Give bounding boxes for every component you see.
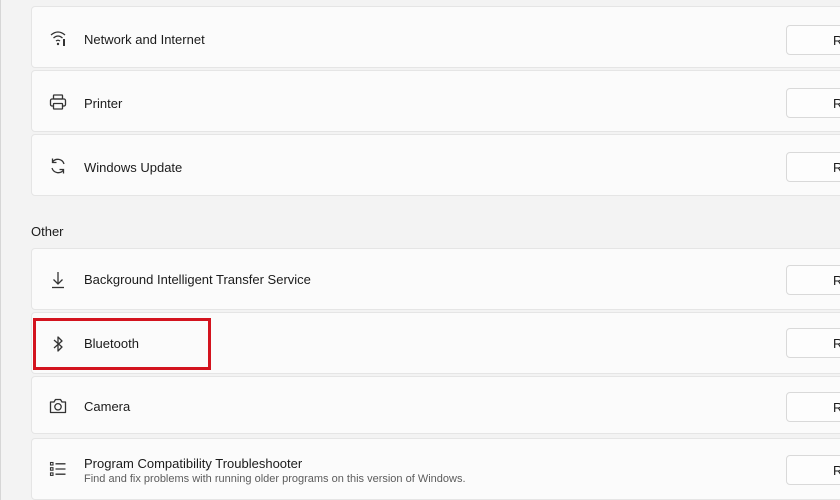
run-button[interactable]: R <box>786 88 840 118</box>
printer-icon <box>48 92 68 112</box>
download-arrow-icon <box>48 270 68 290</box>
troubleshooter-network-internet[interactable]: Network and Internet R <box>31 6 840 68</box>
troubleshooter-program-compatibility[interactable]: Program Compatibility Troubleshooter Fin… <box>31 438 840 500</box>
run-button[interactable]: R <box>786 152 840 182</box>
troubleshooter-description: Find and fix problems with running older… <box>84 473 466 485</box>
troubleshooter-printer[interactable]: Printer R <box>31 70 840 132</box>
run-button[interactable]: R <box>786 25 840 55</box>
troubleshooter-label: Camera <box>84 399 131 414</box>
troubleshooter-camera[interactable]: Camera R <box>31 376 840 434</box>
refresh-icon <box>48 156 68 176</box>
troubleshooter-label: Windows Update <box>84 160 183 175</box>
run-button[interactable]: R <box>786 328 840 358</box>
troubleshooter-label: Program Compatibility Troubleshooter <box>84 456 303 471</box>
run-button[interactable]: R <box>786 392 840 422</box>
settings-troubleshooters-page: Network and Internet R Printer R Windows… <box>0 0 840 500</box>
section-title-other: Other <box>31 224 64 239</box>
camera-icon <box>48 396 68 416</box>
troubleshooter-label: Background Intelligent Transfer Service <box>84 272 311 287</box>
run-button[interactable]: R <box>786 455 840 485</box>
wifi-icon <box>48 28 68 48</box>
troubleshooter-label: Network and Internet <box>84 32 205 47</box>
troubleshooter-label: Printer <box>84 96 123 111</box>
highlight-annotation <box>33 318 211 370</box>
troubleshooter-bits[interactable]: Background Intelligent Transfer Service … <box>31 248 840 310</box>
troubleshooter-windows-update[interactable]: Windows Update R <box>31 134 840 196</box>
run-button[interactable]: R <box>786 265 840 295</box>
list-icon <box>48 459 68 479</box>
